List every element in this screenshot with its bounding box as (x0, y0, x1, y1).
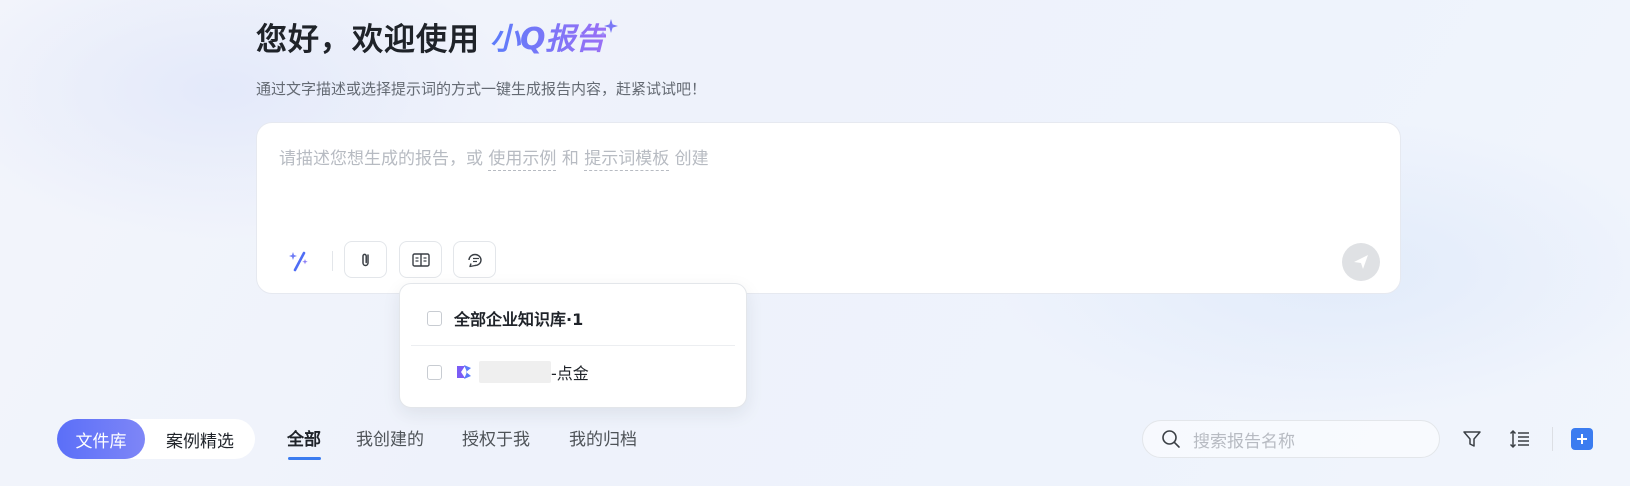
sort-icon (1509, 429, 1529, 449)
kb-option-all[interactable]: 全部企业知识库·1 (400, 293, 746, 343)
examples-link[interactable]: 使用示例 (488, 149, 557, 171)
add-icon (1577, 434, 1587, 444)
kb-item-label: -点金 (551, 364, 589, 383)
tab-created-by-me[interactable]: 我创建的 (356, 425, 424, 450)
bottom-toolbar: 文件库 案例精选 全部 我创建的 授权于我 我的归档 搜索报告名称 (0, 415, 1630, 465)
attachment-icon (361, 253, 369, 266)
filter-icon (1463, 431, 1481, 447)
knowledge-base-button[interactable] (399, 241, 442, 278)
toolbar-divider (332, 251, 333, 271)
kb-item-checkbox[interactable] (427, 364, 442, 380)
knowledge-base-dropdown: 全部企业知识库·1 -点金 (399, 283, 747, 408)
add-report-button[interactable] (1571, 428, 1593, 450)
prompt-input-box[interactable]: 请描述您想生成的报告，或 使用示例 和 提示词模板 创建 (256, 122, 1401, 294)
attachment-button[interactable] (344, 241, 387, 278)
greeting-text: 您好，欢迎使用 (256, 22, 480, 58)
brand-wrapper: 小Q报告 (480, 18, 618, 62)
kb-option-item[interactable]: -点金 (400, 347, 746, 397)
redacted-name (479, 361, 551, 383)
prompt-icon (467, 253, 482, 267)
kb-all-checkbox[interactable] (427, 310, 442, 326)
magic-wand-icon[interactable] (287, 248, 313, 274)
knowledge-base-icon (411, 252, 430, 267)
tab-my-archive[interactable]: 我的归档 (569, 425, 637, 450)
send-button[interactable] (1342, 243, 1380, 281)
filter-button[interactable] (1460, 427, 1484, 451)
toolbar-divider-right (1552, 427, 1553, 451)
sort-button[interactable] (1508, 427, 1532, 451)
active-tab-indicator (288, 457, 321, 460)
search-placeholder: 搜索报告名称 (1193, 431, 1295, 452)
brand-name: 小Q报告 (490, 22, 606, 57)
send-icon (1354, 255, 1368, 269)
tab-shared-with-me[interactable]: 授权于我 (462, 425, 530, 450)
sparkle-icon (599, 19, 618, 37)
search-input[interactable]: 搜索报告名称 (1142, 420, 1440, 458)
tab-all[interactable]: 全部 (287, 425, 321, 450)
placeholder-suffix: 创建 (674, 149, 709, 169)
segment-featured-cases[interactable]: 案例精选 (145, 419, 255, 459)
greeting-heading: 您好，欢迎使用 小Q报告 (256, 18, 618, 62)
knowledge-base-logo-icon (457, 365, 471, 379)
prompt-template-button[interactable] (453, 241, 496, 278)
kb-all-label: 全部企业知识库·1 (454, 310, 584, 329)
search-icon (1162, 430, 1180, 448)
page-subtitle: 通过文字描述或选择提示词的方式一键生成报告内容，赶紧试试吧！ (256, 80, 707, 98)
placeholder-prefix: 请描述您想生成的报告，或 (279, 149, 483, 169)
segment-switch: 文件库 案例精选 (57, 419, 255, 459)
segment-file-library[interactable]: 文件库 (57, 419, 145, 459)
kb-divider (411, 345, 735, 346)
templates-link[interactable]: 提示词模板 (584, 149, 670, 171)
placeholder-connector: 和 (561, 149, 579, 169)
prompt-placeholder[interactable]: 请描述您想生成的报告，或 使用示例 和 提示词模板 创建 (279, 144, 709, 171)
